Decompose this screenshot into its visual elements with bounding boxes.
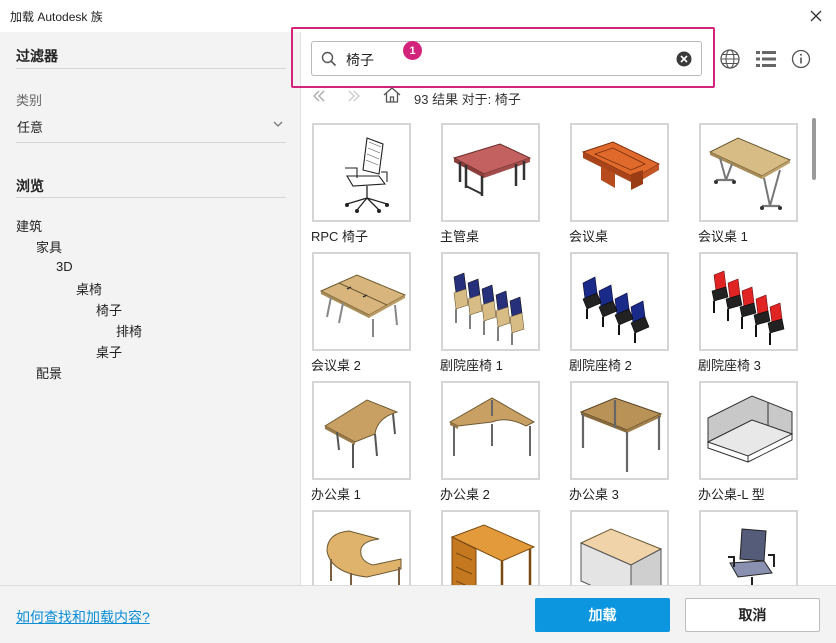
family-thumbnail <box>441 123 540 222</box>
family-item[interactable]: 会议桌 <box>559 123 684 245</box>
family-name: 办公桌 3 <box>569 487 619 502</box>
family-name: 剧院座椅 3 <box>698 358 761 373</box>
conference-table-icon <box>581 140 660 190</box>
family-thumbnail <box>312 510 411 585</box>
white-desk-icon <box>579 527 662 585</box>
corner-desk-icon <box>323 398 399 468</box>
reception-desk-icon <box>325 529 401 585</box>
family-item[interactable]: 办公桌 2 <box>430 381 555 503</box>
scrollbar-thumb[interactable] <box>812 118 816 180</box>
l-desk-icon <box>448 396 535 456</box>
theater-seats-navy-icon <box>582 276 649 343</box>
forward-icon[interactable] <box>346 88 362 104</box>
family-thumbnail <box>699 252 798 351</box>
family-thumbnail <box>441 252 540 351</box>
tree-item-tables[interactable]: 桌子 <box>96 342 122 361</box>
divider <box>16 68 286 69</box>
family-item[interactable]: 办公桌 3 <box>559 381 684 503</box>
family-item[interactable] <box>430 510 555 585</box>
close-button[interactable] <box>804 4 828 28</box>
family-item[interactable] <box>301 510 426 585</box>
family-thumbnail <box>699 381 798 480</box>
divider <box>16 142 286 143</box>
category-dropdown[interactable]: 任意 <box>16 114 286 136</box>
callout-badge: 1 <box>403 41 422 60</box>
filter-sidebar: 过滤器 类别 任意 浏览 建筑 家具 3D 桌椅 椅子 排椅 桌子 配景 <box>0 32 301 585</box>
tree-item-furniture[interactable]: 家具 <box>36 237 62 256</box>
back-icon[interactable] <box>311 88 327 104</box>
family-thumbnail <box>570 381 669 480</box>
split-conference-table-icon <box>319 273 406 337</box>
category-label: 类别 <box>16 93 43 108</box>
tree-item-architecture[interactable]: 建筑 <box>16 216 42 235</box>
tree-item-tables-chairs[interactable]: 桌椅 <box>76 279 102 298</box>
family-thumbnail <box>699 123 798 222</box>
family-item[interactable]: 办公桌 1 <box>301 381 426 503</box>
family-item[interactable]: 办公桌-L 型 <box>688 381 809 503</box>
list-view-icon[interactable] <box>754 48 778 70</box>
family-thumbnail <box>312 381 411 480</box>
folding-table-icon <box>708 136 791 210</box>
tree-item-chairs[interactable]: 椅子 <box>96 300 122 319</box>
family-item[interactable]: 剧院座椅 2 <box>559 252 684 374</box>
theater-seats-red-icon <box>711 270 784 345</box>
info-icon[interactable] <box>791 49 811 69</box>
family-item[interactable]: 剧院座椅 3 <box>688 252 809 374</box>
family-item[interactable]: RPC 椅子 <box>301 123 426 245</box>
office-chair-icon <box>344 136 389 213</box>
family-thumbnail <box>312 252 411 351</box>
family-thumbnail <box>699 510 798 585</box>
family-item[interactable]: 会议桌 2 <box>301 252 426 374</box>
family-thumbnail <box>312 123 411 222</box>
family-item[interactable]: 会议桌 1 <box>688 123 809 245</box>
theater-seats-blue-icon <box>453 272 524 345</box>
globe-icon[interactable] <box>719 48 741 70</box>
family-name: 办公桌-L 型 <box>698 487 765 502</box>
family-thumbnail <box>441 510 540 585</box>
drawer-desk-icon <box>450 523 535 585</box>
l-cubicle-icon <box>706 394 793 463</box>
task-chair-icon <box>727 527 775 585</box>
square-desk-icon <box>579 396 662 472</box>
browse-heading: 浏览 <box>16 178 44 194</box>
family-name: 会议桌 <box>569 229 609 244</box>
results-summary: 93 结果 对于: 椅子 <box>414 92 521 107</box>
family-name: 办公桌 2 <box>440 487 490 502</box>
family-thumbnail <box>570 123 669 222</box>
tree-item-3d[interactable]: 3D <box>56 259 73 274</box>
window-title: 加载 Autodesk 族 <box>10 10 103 24</box>
tree-item-row-seats[interactable]: 排椅 <box>116 321 142 340</box>
filter-heading: 过滤器 <box>16 48 58 64</box>
family-item[interactable] <box>688 510 809 585</box>
family-name: RPC 椅子 <box>311 229 369 244</box>
family-name: 主管桌 <box>440 229 480 244</box>
help-link[interactable]: 如何查找和加载内容? <box>16 607 150 627</box>
family-thumbnail <box>570 510 669 585</box>
cancel-button[interactable]: 取消 <box>685 598 820 632</box>
family-item[interactable]: 主管桌 <box>430 123 555 245</box>
vertical-scrollbar[interactable] <box>809 112 821 585</box>
family-thumbnail <box>570 252 669 351</box>
tree-item-entourage[interactable]: 配景 <box>36 363 62 382</box>
dialog-footer: 如何查找和加载内容? 加载 取消 <box>0 585 836 643</box>
family-grid: RPC 椅子 主管桌 会议桌 会议桌 1 会议桌 2 剧院座椅 1 剧院座椅 2… <box>301 112 809 585</box>
family-thumbnail <box>441 381 540 480</box>
family-name: 剧院座椅 2 <box>569 358 632 373</box>
home-icon[interactable] <box>382 86 402 104</box>
family-name: 剧院座椅 1 <box>440 358 503 373</box>
load-button[interactable]: 加载 <box>535 598 670 632</box>
close-icon <box>810 10 822 22</box>
category-value: 任意 <box>17 120 44 135</box>
chevron-down-icon <box>273 121 283 127</box>
family-item[interactable] <box>559 510 684 585</box>
family-name: 办公桌 1 <box>311 487 361 502</box>
search-callout-box <box>291 27 715 88</box>
family-name: 会议桌 1 <box>698 229 748 244</box>
divider <box>16 197 286 198</box>
executive-desk-icon <box>452 142 531 196</box>
family-name: 会议桌 2 <box>311 358 361 373</box>
family-item[interactable]: 剧院座椅 1 <box>430 252 555 374</box>
